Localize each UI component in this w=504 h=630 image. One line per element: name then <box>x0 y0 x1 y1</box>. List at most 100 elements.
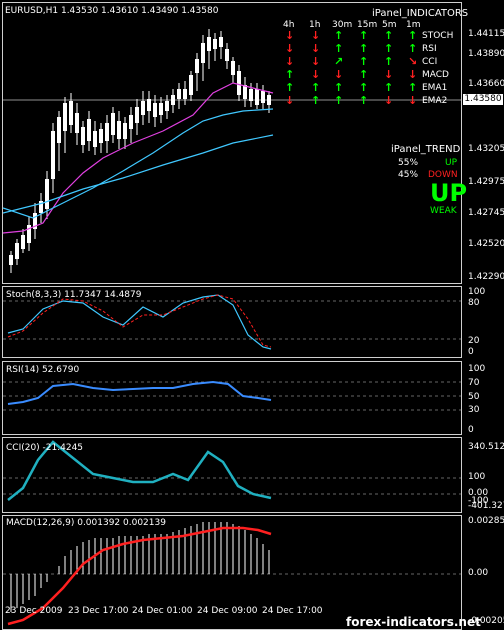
candle-body <box>225 49 229 61</box>
cci-panel[interactable]: CCI(20) -21.4245 340.5122 100 0.00 -100 … <box>0 437 504 513</box>
candle-body <box>15 243 19 259</box>
macd-tick-top: 0.002859 <box>468 516 504 526</box>
indicator-arrow: ↓ <box>384 68 394 81</box>
indicator-arrow: ↑ <box>408 42 418 55</box>
candle-body <box>75 113 79 133</box>
candle-body <box>105 123 109 141</box>
cci-tick-top: 340.5122 <box>468 442 504 452</box>
candle-body <box>147 99 151 111</box>
price-tick: 1.42290 <box>468 272 504 282</box>
candle-body <box>51 131 55 179</box>
macd-tick-0: 0.00 <box>468 568 489 578</box>
indicator-arrow: ↑ <box>408 29 418 42</box>
stoch-title: Stoch(8,3,3) 11.7347 14.4879 <box>6 290 142 300</box>
candle-body <box>165 101 169 111</box>
trend-up-label: UP <box>445 158 458 168</box>
trend-strength-label: WEAK <box>430 206 457 216</box>
candle-body <box>117 121 121 139</box>
time-tick: 24 Dec 17:00 <box>262 606 323 616</box>
indicator-arrow: ↓ <box>311 55 321 68</box>
macd-title: MACD(12,26,9) 0.001392 0.002139 <box>6 518 166 528</box>
indicator-name: EMA2 <box>422 96 448 106</box>
candle-body <box>57 117 61 143</box>
candle-body <box>195 59 199 73</box>
candle-body <box>21 235 25 249</box>
rsi-tick-30: 30 <box>468 405 480 415</box>
indicator-arrow: ↓ <box>285 42 295 55</box>
indicator-name: EMA1 <box>422 83 448 93</box>
rsi-tick-70: 70 <box>468 378 480 388</box>
current-price-box: 1.43580 <box>463 94 503 105</box>
candle-body <box>93 131 97 147</box>
indicator-arrow: ↑ <box>359 42 369 55</box>
candle-body <box>201 43 205 63</box>
indicators-panel-title: iPanel_INDICATORS <box>372 8 469 19</box>
indicator-name: MACD <box>422 70 449 80</box>
indicator-arrow: ↓ <box>384 94 394 107</box>
rsi-tick-50: 50 <box>468 392 480 402</box>
indicator-arrow: ↗ <box>334 55 344 68</box>
indicator-name: STOCH <box>422 31 454 41</box>
indicator-arrow: ↑ <box>384 42 394 55</box>
candle-body <box>69 101 73 125</box>
indicator-arrow: ↓ <box>311 29 321 42</box>
indicator-arrow: ↑ <box>359 81 369 94</box>
chart-title: EURUSD,H1 1.43530 1.43610 1.43490 1.4358… <box>5 6 219 16</box>
rsi-tick-0: 0 <box>468 425 474 435</box>
stoch-tick-20: 20 <box>468 336 480 346</box>
stoch-tick-80: 80 <box>468 298 480 308</box>
candle-body <box>81 127 85 145</box>
indicator-arrow: ↑ <box>334 94 344 107</box>
trend-down-pct: 45% <box>398 170 419 180</box>
cci-tick-bottom: -401.3277 <box>468 501 504 511</box>
price-tick: 1.42975 <box>468 177 504 187</box>
candle-body <box>63 103 67 131</box>
indicator-arrow: ↑ <box>359 29 369 42</box>
indicator-arrow: ↑ <box>359 68 369 81</box>
candle-body <box>153 103 157 117</box>
indicator-arrow: ↓ <box>285 94 295 107</box>
indicator-arrow: ↑ <box>311 81 321 94</box>
stoch-tick-100: 100 <box>468 287 486 297</box>
indicator-arrow: ↑ <box>408 81 418 94</box>
price-panel[interactable]: EURUSD,H1 1.43530 1.43610 1.43490 1.4358… <box>0 0 504 284</box>
candle-body <box>237 71 241 95</box>
rsi-tick-100: 100 <box>468 364 486 374</box>
trend-panel-title: iPanel_TREND <box>391 144 461 155</box>
stoch-panel[interactable]: Stoch(8,3,3) 11.7347 14.4879 100 80 20 0 <box>0 286 504 358</box>
candle-body <box>189 75 193 95</box>
time-tick: 23 Dec 2009 <box>5 606 63 616</box>
indicator-arrow: ↑ <box>384 55 394 68</box>
indicator-arrow: ↑ <box>334 81 344 94</box>
indicator-arrow: ↓ <box>285 29 295 42</box>
indicator-arrow: ↑ <box>359 94 369 107</box>
indicator-arrow: ↑ <box>334 29 344 42</box>
indicator-arrow: ↓ <box>311 42 321 55</box>
price-tick: 1.42520 <box>468 239 504 249</box>
indicator-arrow: ↓ <box>334 68 344 81</box>
candle-body <box>159 103 163 115</box>
candle-body <box>213 39 217 49</box>
watermark: forex-indicators.net <box>346 615 481 629</box>
candle-body <box>183 89 187 99</box>
time-tick: 24 Dec 09:00 <box>197 606 258 616</box>
indicator-name: CCI <box>422 57 438 67</box>
indicator-arrow: ↑ <box>285 68 295 81</box>
indicator-arrow: ↓ <box>408 94 418 107</box>
candle-body <box>111 113 115 135</box>
indicator-arrow: ↓ <box>311 68 321 81</box>
candle-body <box>123 123 127 139</box>
indicator-arrow: ↓ <box>285 55 295 68</box>
time-tick: 23 Dec 17:00 <box>68 606 129 616</box>
indicator-arrow: ↘ <box>408 55 418 68</box>
candle-body <box>243 85 247 99</box>
indicator-arrow: ↑ <box>285 81 295 94</box>
indicator-name: RSI <box>422 44 437 54</box>
candle-body <box>219 37 223 47</box>
candle-body <box>255 89 259 105</box>
indicator-arrow: ↑ <box>384 81 394 94</box>
cci-title: CCI(20) -21.4245 <box>6 443 84 453</box>
candle-body <box>141 101 145 115</box>
candle-body <box>171 95 175 105</box>
rsi-panel[interactable]: RSI(14) 52.6790 100 70 50 30 0 <box>0 361 504 435</box>
